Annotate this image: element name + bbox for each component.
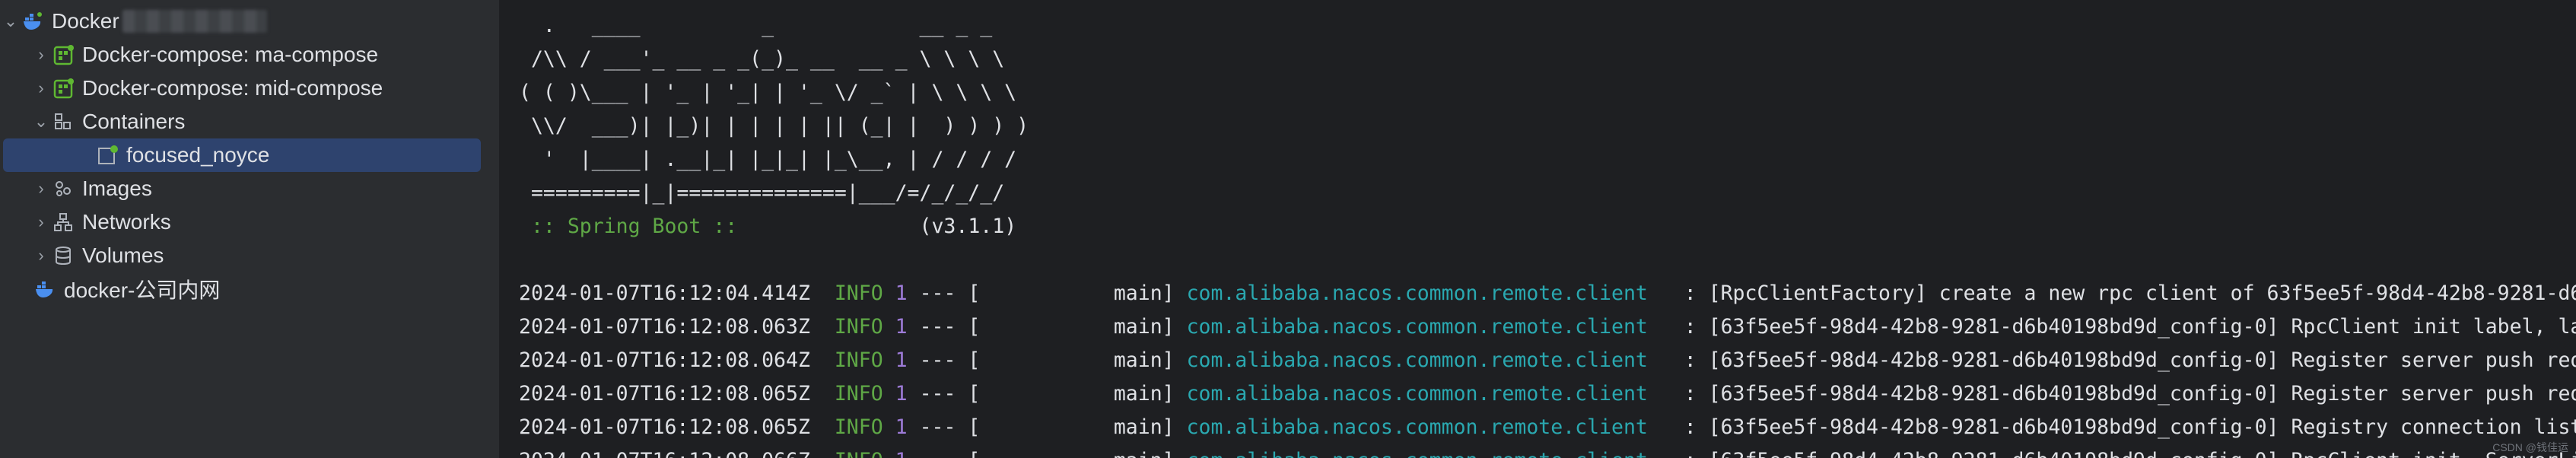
log-line: 2024-01-07T16:12:08.065Z INFO 1 --- [ ma… bbox=[519, 411, 2576, 444]
compose-icon bbox=[52, 43, 75, 66]
volumes-icon bbox=[52, 244, 75, 267]
log-separator: --- [ bbox=[919, 315, 981, 339]
chevron-right-icon[interactable]: › bbox=[30, 212, 52, 232]
log-logger: com.alibaba.nacos.common.remote.client bbox=[1186, 281, 1648, 305]
log-level: INFO bbox=[834, 315, 883, 339]
log-line: 2024-01-07T16:12:08.066Z INFO 1 --- [ ma… bbox=[519, 444, 2576, 458]
banner-line: . ____ _ __ _ _ bbox=[519, 14, 993, 37]
tree-item-ma-compose[interactable]: › Docker-compose: ma-compose bbox=[0, 38, 499, 72]
banner-line: =========|_|==============|___/=/_/_/_/ bbox=[519, 181, 1005, 205]
log-thread: main] bbox=[1114, 449, 1175, 458]
log-separator: --- [ bbox=[919, 415, 981, 439]
chevron-right-icon[interactable]: › bbox=[30, 45, 52, 65]
log-thread: main] bbox=[1113, 281, 1175, 305]
chevron-right-icon[interactable]: › bbox=[30, 246, 52, 266]
tree-item-label: Networks bbox=[82, 210, 171, 234]
log-timestamp: 2024-01-07T16:12:08.063Z bbox=[519, 315, 810, 339]
log-line: 2024-01-07T16:12:08.065Z INFO 1 --- [ ma… bbox=[519, 377, 2576, 411]
log-logger: com.alibaba.nacos.common.remote.client bbox=[1187, 449, 1648, 458]
tree-item-label: Images bbox=[82, 177, 152, 200]
tree-item-label: Docker-compose: mid-compose bbox=[82, 76, 383, 100]
watermark: CSDN @钱佳运 bbox=[2492, 441, 2568, 453]
log-timestamp: 2024-01-07T16:12:08.065Z bbox=[519, 382, 810, 406]
banner-line: ' |____| .__|_| |_|_| |_\__, | / / / / bbox=[519, 148, 1017, 171]
networks-icon bbox=[52, 211, 75, 234]
log-pid: 1 bbox=[895, 315, 908, 339]
docker-whale-icon bbox=[21, 10, 44, 33]
log-pid: 1 bbox=[895, 382, 908, 406]
log-message: : [63f5ee5f-98d4-42b8-9281-d6b40198bd9d_… bbox=[1684, 415, 2576, 439]
tree-item-docker-intranet[interactable]: docker-公司内网 bbox=[0, 272, 499, 306]
chevron-right-icon[interactable]: › bbox=[30, 78, 52, 98]
log-thread: main] bbox=[1113, 382, 1175, 406]
log-pid: 1 bbox=[895, 281, 908, 305]
log-message: : [RpcClientFactory] create a new rpc cl… bbox=[1684, 281, 2576, 305]
redacted-text bbox=[122, 10, 267, 33]
tree-item-networks[interactable]: › Networks bbox=[0, 205, 499, 239]
tree-item-volumes[interactable]: › Volumes bbox=[0, 239, 499, 272]
log-level: INFO bbox=[834, 415, 883, 439]
banner-line: ( ( )\___ | '_ | '_| | '_ \/ _` | \ \ \ … bbox=[519, 81, 1017, 104]
tree-item-label: Docker bbox=[52, 9, 119, 33]
banner-line: \\/ ___)| |_)| | | | | || (_| | ) ) ) ) bbox=[519, 114, 1029, 138]
tree-item-label: Docker-compose: ma-compose bbox=[82, 43, 379, 66]
log-thread: main] bbox=[1113, 415, 1175, 439]
tree-item-label: focused_noyce bbox=[126, 143, 270, 167]
log-thread: main] bbox=[1113, 315, 1175, 339]
docker-whale-icon bbox=[33, 278, 56, 301]
log-logger: com.alibaba.nacos.common.remote.client bbox=[1186, 348, 1648, 372]
spring-boot-line: :: Spring Boot :: (v3.1.1) bbox=[519, 210, 2576, 243]
tree-item-label: docker-公司内网 bbox=[64, 278, 221, 302]
log-timestamp: 2024-01-07T16:12:08.065Z bbox=[519, 415, 810, 439]
log-message: : [63f5ee5f-98d4-42b8-9281-d6b40198bd9d_… bbox=[1684, 449, 2576, 458]
log-line: 2024-01-07T16:12:08.064Z INFO 1 --- [ ma… bbox=[519, 344, 2576, 377]
containers-icon bbox=[52, 110, 75, 133]
chevron-down-icon[interactable]: ⌄ bbox=[0, 11, 21, 31]
log-message: : [63f5ee5f-98d4-42b8-9281-d6b40198bd9d_… bbox=[1684, 315, 2576, 339]
log-message: : [63f5ee5f-98d4-42b8-9281-d6b40198bd9d_… bbox=[1684, 348, 2576, 372]
services-tree: ⌄ Docker › Docker-compose: ma-compose › … bbox=[0, 0, 501, 458]
log-pid: 1 bbox=[895, 348, 908, 372]
log-separator: --- [ bbox=[919, 382, 981, 406]
tree-item-label: Containers bbox=[82, 110, 186, 133]
tree-item-label: Volumes bbox=[82, 243, 164, 267]
log-logger: com.alibaba.nacos.common.remote.client bbox=[1186, 315, 1648, 339]
tree-item-docker[interactable]: ⌄ Docker bbox=[0, 5, 499, 38]
log-level: INFO bbox=[834, 382, 883, 406]
log-separator: --- [ bbox=[920, 449, 981, 458]
log-timestamp: 2024-01-07T16:12:08.064Z bbox=[519, 348, 810, 372]
log-pid: 1 bbox=[895, 449, 908, 458]
spring-boot-version: (v3.1.1) bbox=[919, 215, 1017, 238]
log-logger: com.alibaba.nacos.common.remote.client bbox=[1186, 382, 1648, 406]
tree-item-images[interactable]: › Images bbox=[0, 172, 499, 205]
log-message: : [63f5ee5f-98d4-42b8-9281-d6b40198bd9d_… bbox=[1684, 382, 2576, 406]
tree-item-mid-compose[interactable]: › Docker-compose: mid-compose bbox=[0, 72, 499, 105]
compose-icon bbox=[52, 77, 75, 100]
container-running-icon bbox=[96, 144, 119, 167]
spring-boot-label: :: Spring Boot :: bbox=[519, 215, 738, 238]
tree-item-containers[interactable]: ⌄ Containers bbox=[0, 105, 499, 138]
log-level: INFO bbox=[835, 449, 883, 458]
chevron-down-icon[interactable]: ⌄ bbox=[30, 112, 52, 132]
images-icon bbox=[52, 177, 75, 200]
log-pid: 1 bbox=[895, 415, 908, 439]
log-line: 2024-01-07T16:12:08.063Z INFO 1 --- [ ma… bbox=[519, 310, 2576, 344]
log-separator: --- [ bbox=[919, 281, 981, 305]
tree-item-focused-noyce[interactable]: focused_noyce bbox=[3, 138, 481, 172]
log-timestamp: 2024-01-07T16:12:08.066Z bbox=[519, 449, 810, 458]
log-separator: --- [ bbox=[919, 348, 981, 372]
app-window: ⌄ Docker › Docker-compose: ma-compose › … bbox=[0, 0, 2576, 458]
log-logger: com.alibaba.nacos.common.remote.client bbox=[1186, 415, 1648, 439]
log-level: INFO bbox=[834, 281, 883, 305]
log-level: INFO bbox=[834, 348, 883, 372]
log-timestamp: 2024-01-07T16:12:04.414Z bbox=[519, 281, 810, 305]
log-line: 2024-01-07T16:12:04.414Z INFO 1 --- [ ma… bbox=[519, 277, 2576, 310]
log-lines: 2024-01-07T16:12:04.414Z INFO 1 --- [ ma… bbox=[519, 277, 2576, 458]
chevron-right-icon[interactable]: › bbox=[30, 179, 52, 199]
log-console[interactable]: . ____ _ __ _ _ /\\ / ___'_ __ _ _(_)_ _… bbox=[501, 0, 2576, 458]
banner-line: /\\ / ___'_ __ _ _(_)_ __ __ _ \ \ \ \ bbox=[519, 47, 1005, 71]
log-thread: main] bbox=[1113, 348, 1175, 372]
